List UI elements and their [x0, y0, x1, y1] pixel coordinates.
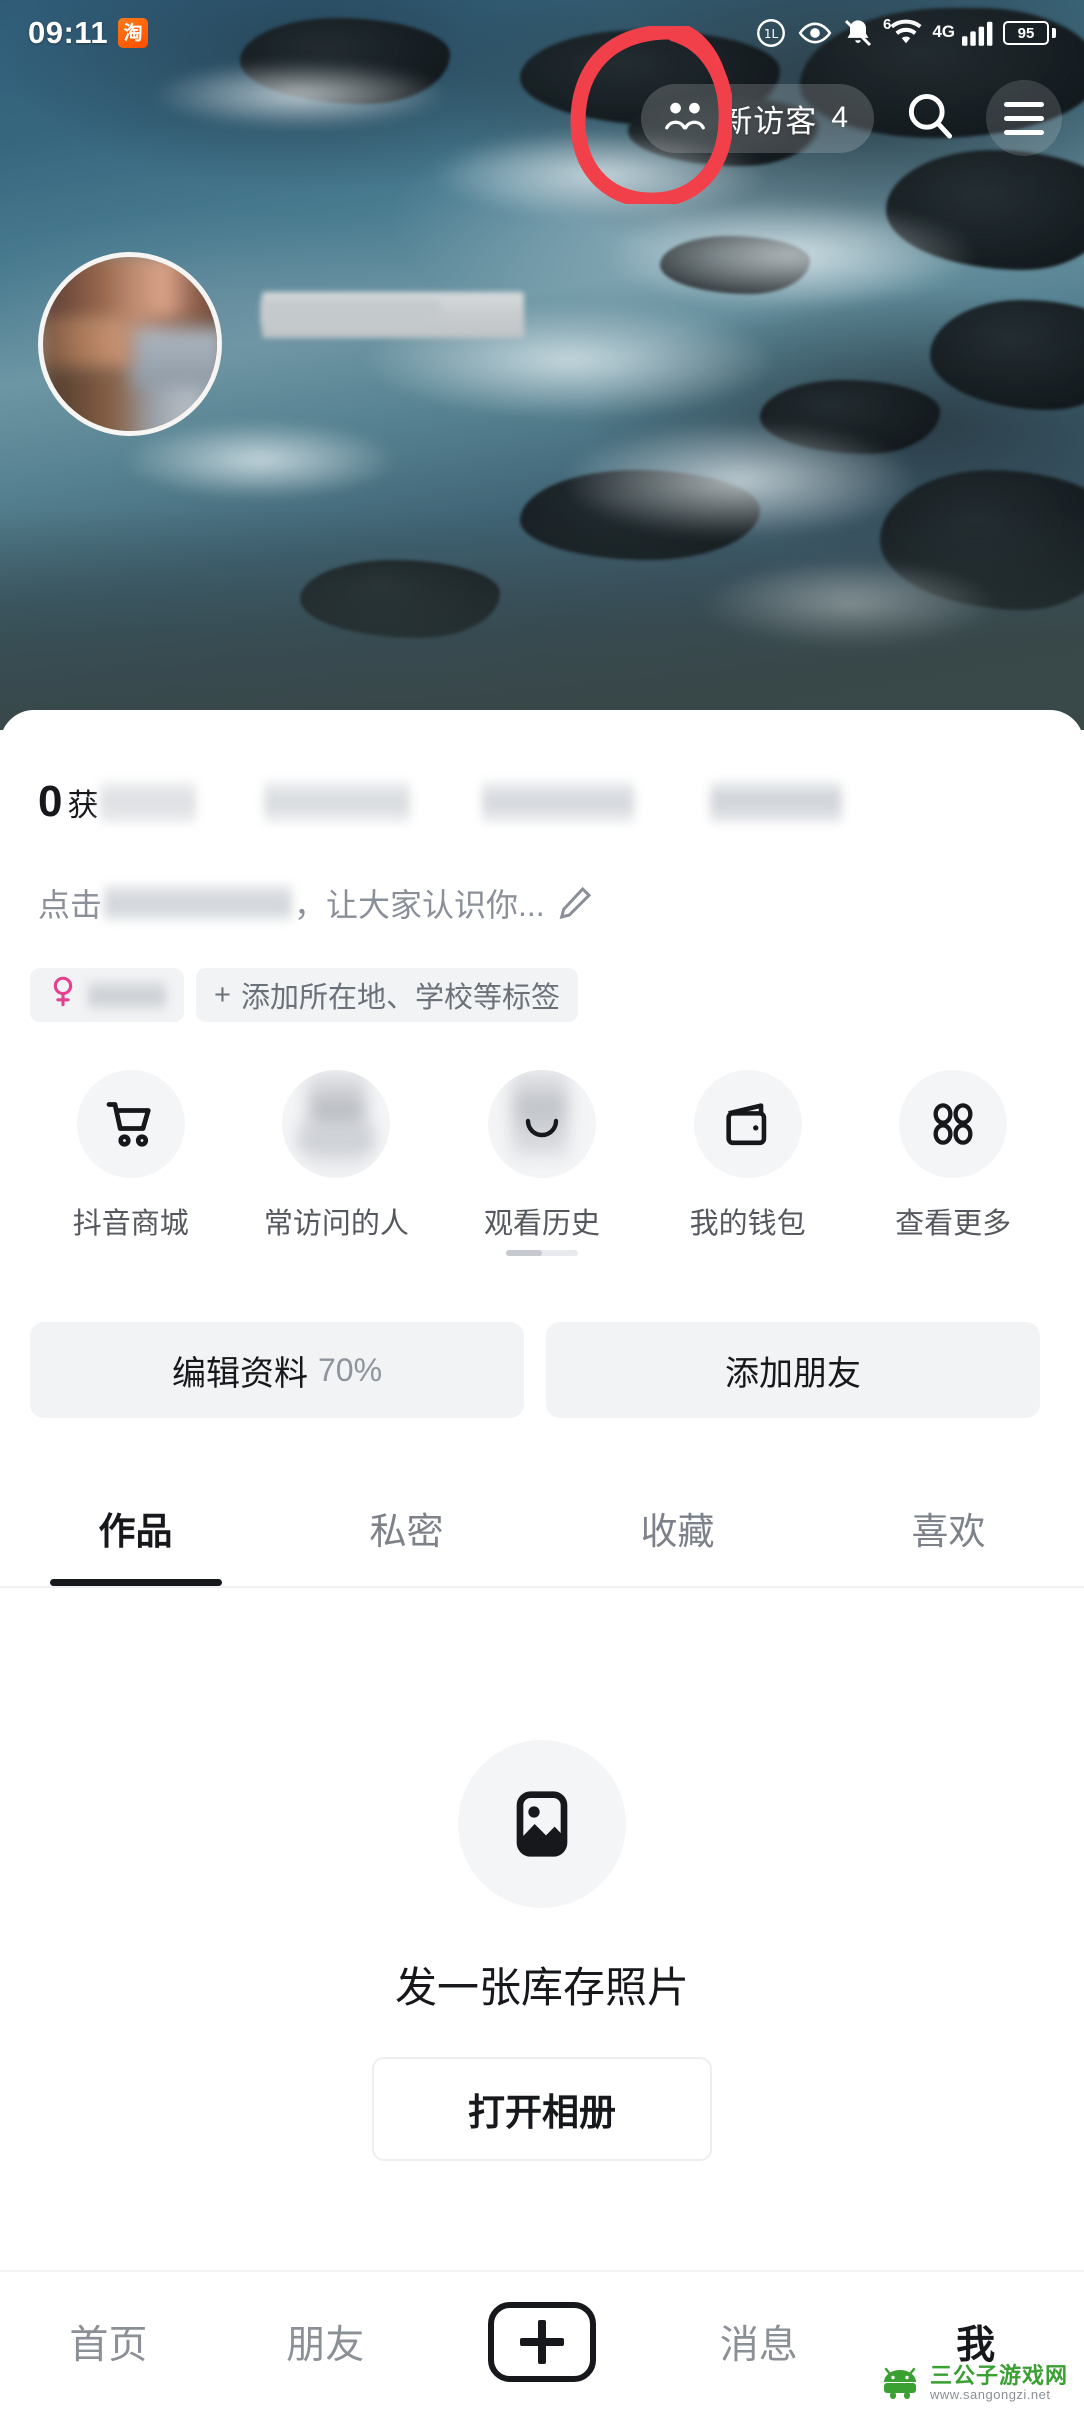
- profile-action-buttons: 编辑资料 70% 添加朋友: [30, 1322, 1040, 1418]
- frequent-visitors-icon: [282, 1070, 391, 1178]
- profile-tabs: 作品 私密 收藏 喜欢: [0, 1470, 1084, 1588]
- tab-works[interactable]: 作品: [0, 1470, 271, 1586]
- shortcut-watch-history[interactable]: 观看历史: [453, 1070, 631, 1242]
- tab-label: 作品: [98, 1511, 173, 1552]
- pencil-icon[interactable]: [555, 883, 595, 923]
- nav-label: 消息: [719, 2324, 798, 2367]
- shortcut-label: 观看历史: [483, 1208, 600, 1240]
- shortcut-row: 抖音商城 常访问的人 观看历史 我的钱包 查看更多: [0, 1070, 1084, 1242]
- new-visitors-count: 4: [831, 101, 848, 134]
- bell-muted-icon: [842, 16, 874, 50]
- watermark-text: 三公子游戏网 www.sangongzi.net: [929, 2362, 1068, 2402]
- plus-icon: +: [214, 978, 231, 1011]
- tab-favorites[interactable]: 收藏: [542, 1470, 813, 1586]
- stat-blurred-2: [264, 781, 411, 823]
- username-blurred-overlay: [262, 300, 440, 326]
- grid-more-icon: [899, 1070, 1008, 1178]
- one-l-circle-icon: 1L: [754, 16, 788, 50]
- avatar[interactable]: [38, 252, 222, 436]
- signal-bars-icon: [962, 19, 994, 47]
- status-bar-right: 1L 6 4G 95: [754, 16, 1056, 50]
- stat-blurred-1: [100, 781, 197, 823]
- new-visitors-button[interactable]: 新访客 4: [641, 83, 874, 153]
- profile-tags-row: + 添加所在地、学校等标签: [30, 968, 578, 1022]
- nav-label: 首页: [69, 2324, 148, 2367]
- hamburger-menu-icon: [1004, 101, 1044, 135]
- tab-label: 私密: [369, 1511, 444, 1552]
- shortcut-view-more[interactable]: 查看更多: [864, 1070, 1042, 1242]
- open-album-button[interactable]: 打开相册: [372, 2057, 712, 2161]
- tab-likes[interactable]: 喜欢: [813, 1470, 1084, 1586]
- taobao-notification-icon: 淘: [118, 18, 149, 48]
- eye-icon: [797, 16, 833, 50]
- bio-suffix: ，让大家认识你...: [294, 887, 545, 923]
- tab-label: 收藏: [640, 1511, 715, 1552]
- status-time: 09:11: [28, 15, 109, 50]
- shopping-cart-icon: [76, 1070, 185, 1178]
- new-visitors-label: 新访客: [721, 103, 818, 139]
- add-tag-label: 添加所在地、学校等标签: [240, 982, 560, 1014]
- tab-private[interactable]: 私密: [271, 1470, 542, 1586]
- edit-profile-button[interactable]: 编辑资料 70%: [30, 1322, 524, 1418]
- bio-blurred-text: [104, 885, 293, 921]
- bio-edit-row[interactable]: 点击 ，让大家认识你...: [38, 880, 595, 926]
- svg-text:1L: 1L: [764, 27, 779, 41]
- cover-top-actions: 新访客 4: [641, 80, 1062, 156]
- empty-state-title: 发一张库存照片: [394, 1964, 689, 2011]
- tab-label: 喜欢: [911, 1511, 986, 1552]
- stat-blurred-3: [482, 781, 635, 823]
- stat-blurred-4: [710, 781, 843, 823]
- shortcut-my-wallet[interactable]: 我的钱包: [659, 1070, 837, 1242]
- search-icon: [902, 88, 958, 149]
- plus-create-icon: [487, 2302, 596, 2382]
- watermark-site-name: 三公子游戏网: [929, 2362, 1068, 2388]
- nav-messages[interactable]: 消息: [650, 2314, 867, 2370]
- shortcut-frequent-visitors[interactable]: 常访问的人: [247, 1070, 425, 1242]
- avatar-image-blurred: [38, 252, 222, 436]
- shortcut-label: 常访问的人: [263, 1208, 409, 1240]
- visitors-group-icon: [663, 99, 707, 138]
- image-placeholder-icon: [458, 1740, 626, 1908]
- wallet-icon: [693, 1070, 802, 1178]
- gender-tag[interactable]: [30, 968, 184, 1022]
- bio-prefix: 点击: [38, 887, 103, 923]
- empty-state: 发一张库存照片 打开相册: [0, 1740, 1084, 2161]
- shortcut-label: 抖音商城: [72, 1208, 189, 1240]
- nav-me[interactable]: 我: [867, 2314, 1084, 2370]
- nav-label: 我: [956, 2324, 996, 2367]
- profile-stats-row[interactable]: 0 获: [38, 773, 843, 831]
- watch-history-icon: [487, 1070, 596, 1178]
- shortcut-label: 我的钱包: [689, 1208, 806, 1240]
- menu-button[interactable]: [986, 80, 1062, 156]
- wifi6-icon: 6: [883, 16, 923, 48]
- watermark-url: www.sangongzi.net: [929, 2386, 1051, 2402]
- shortcut-douyin-mall[interactable]: 抖音商城: [42, 1070, 220, 1242]
- douyin-profile-screen: 09:11 淘 1L 6 4G 95 新访客 4 0 获 点击 ，让大家认识你.…: [0, 0, 1084, 2412]
- add-tag-button[interactable]: + 添加所在地、学校等标签: [196, 968, 578, 1022]
- battery-indicator: 95: [1003, 21, 1056, 45]
- 4g-icon: 4G: [932, 22, 955, 41]
- stat-label-primary: 获: [67, 787, 99, 823]
- open-album-label: 打开相册: [468, 2092, 616, 2133]
- cover-bottom-gradient: [0, 510, 1084, 730]
- nav-home[interactable]: 首页: [0, 2314, 217, 2370]
- search-button[interactable]: [892, 80, 968, 156]
- add-friend-button[interactable]: 添加朋友: [546, 1322, 1040, 1418]
- nav-create[interactable]: [434, 2302, 651, 2382]
- female-gender-icon: [48, 974, 78, 1016]
- shortcut-scroll-indicator: [506, 1250, 578, 1256]
- stat-value-primary: 0: [38, 777, 63, 826]
- edit-profile-progress: 70%: [317, 1351, 383, 1388]
- status-bar-left: 09:11 淘: [28, 15, 149, 51]
- nav-friends[interactable]: 朋友: [217, 2314, 434, 2370]
- edit-profile-label: 编辑资料: [171, 1354, 308, 1393]
- gender-value-blurred: [88, 980, 166, 1010]
- watermark: 三公子游戏网 www.sangongzi.net: [878, 2362, 1068, 2402]
- add-friend-label: 添加朋友: [725, 1354, 861, 1393]
- status-bar: 09:11 淘 1L 6 4G 95: [0, 0, 1084, 66]
- android-robot-logo: [878, 2366, 922, 2400]
- shortcut-label: 查看更多: [895, 1208, 1012, 1240]
- nav-label: 朋友: [286, 2324, 365, 2367]
